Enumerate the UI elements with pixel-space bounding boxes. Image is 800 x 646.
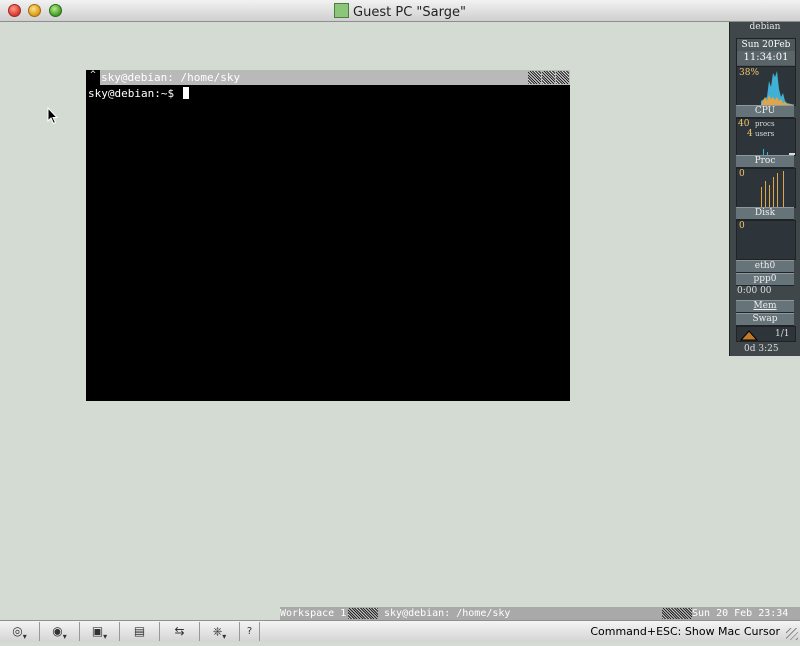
workspace-name[interactable]: Workspace 1 [280, 607, 346, 620]
shared-folder-button[interactable]: ▤ [120, 622, 160, 641]
proc-label: Proc [736, 155, 794, 168]
hard-disk-icon: ▣ [91, 624, 104, 638]
proc-panel: 0 [736, 168, 796, 208]
desktop[interactable]: ^ sky@debian: /home/sky sky@debian:~$ de… [0, 22, 800, 620]
resize-grip-icon[interactable] [786, 628, 798, 640]
dock: debian Sun 20Feb 11:34:01 38% CPU 40 pro… [729, 22, 800, 356]
drive-icon: ◎ [12, 624, 23, 638]
app-icon [334, 3, 350, 18]
terminal-body[interactable]: sky@debian:~$ [86, 85, 570, 401]
mouse-pointer-icon [47, 107, 59, 125]
terminal-titlebar[interactable]: ^ sky@debian: /home/sky [86, 70, 570, 85]
uptime-text: 0d 3:25 [744, 344, 779, 354]
proc-value: 0 [739, 169, 745, 179]
terminal-iconify-button[interactable] [528, 71, 541, 84]
procs-label: procs [755, 120, 775, 128]
floppy-drive-button[interactable]: ◎▾ [0, 622, 40, 641]
usb-button[interactable]: ⎈▾ [200, 622, 240, 641]
disk-label: Disk [736, 207, 794, 220]
status-hatch-2 [662, 608, 692, 619]
terminal-close-button[interactable] [556, 71, 569, 84]
wm-status-bar: Workspace 1 sky@debian: /home/sky Sun 20… [280, 607, 800, 620]
text-cursor [182, 87, 189, 99]
window-title-area: Guest PC "Sarge" [0, 3, 800, 20]
terminal-menu-button[interactable]: ^ [86, 70, 100, 85]
terminal-prompt: sky@debian:~$ [88, 87, 181, 100]
swap-label: Swap [736, 313, 794, 326]
window-titlebar[interactable]: Guest PC "Sarge" [0, 0, 800, 22]
dock-date-text: Sun 20Feb [741, 40, 791, 50]
usb-icon: ⎈ [212, 624, 223, 638]
folder-icon: ▤ [133, 624, 146, 638]
pager-panel[interactable]: 1/1 [736, 326, 796, 342]
status-hatch-1 [348, 608, 378, 619]
cpu-graph: 38% [736, 66, 796, 106]
window-title: Guest PC "Sarge" [353, 5, 466, 20]
users-label: users [755, 130, 775, 138]
terminal-maximize-button[interactable] [542, 71, 555, 84]
pager-text: 1/1 [775, 329, 790, 339]
cd-drive-button[interactable]: ◉▾ [40, 622, 80, 641]
focused-window-title[interactable]: sky@debian: /home/sky [384, 607, 510, 620]
dock-hostname: debian [749, 22, 781, 32]
cd-icon: ◉ [52, 624, 63, 638]
vm-toolbar: ◎▾ ◉▾ ▣▾ ▤ ⇆ ⎈▾ ? Command+ESC: Show Mac … [0, 620, 800, 642]
net-ppp0-label: ppp0 [736, 273, 794, 286]
cpu-percent: 38% [739, 68, 760, 78]
network-button[interactable]: ⇆ [160, 622, 200, 641]
net-time: 0:00 00 [737, 286, 772, 296]
cpu-label: CPU [736, 105, 794, 118]
network-icon: ⇆ [174, 624, 185, 638]
users-count: 4 [747, 129, 753, 139]
disk-panel: 0 [736, 220, 796, 260]
mem-label: Mem [736, 300, 794, 313]
disk-value: 0 [739, 221, 745, 231]
dock-time-text: 11:34:01 [737, 51, 795, 65]
net-eth0-label: eth0 [736, 260, 794, 273]
dock-clock[interactable]: Sun 20Feb 11:34:01 [736, 38, 796, 68]
hard-disk-button[interactable]: ▣▾ [80, 622, 120, 641]
procs-panel: 40 procs 4 users [736, 118, 796, 156]
terminal-prompt-line: sky@debian:~$ [88, 87, 189, 100]
help-button[interactable]: ? [240, 622, 260, 641]
toolbar-hint: Command+ESC: Show Mac Cursor [590, 625, 780, 638]
procs-count: 40 [738, 119, 750, 129]
terminal-title: sky@debian: /home/sky [101, 71, 241, 84]
status-clock: Sun 20 Feb 23:34 [692, 608, 789, 619]
pager-icon [739, 330, 759, 341]
